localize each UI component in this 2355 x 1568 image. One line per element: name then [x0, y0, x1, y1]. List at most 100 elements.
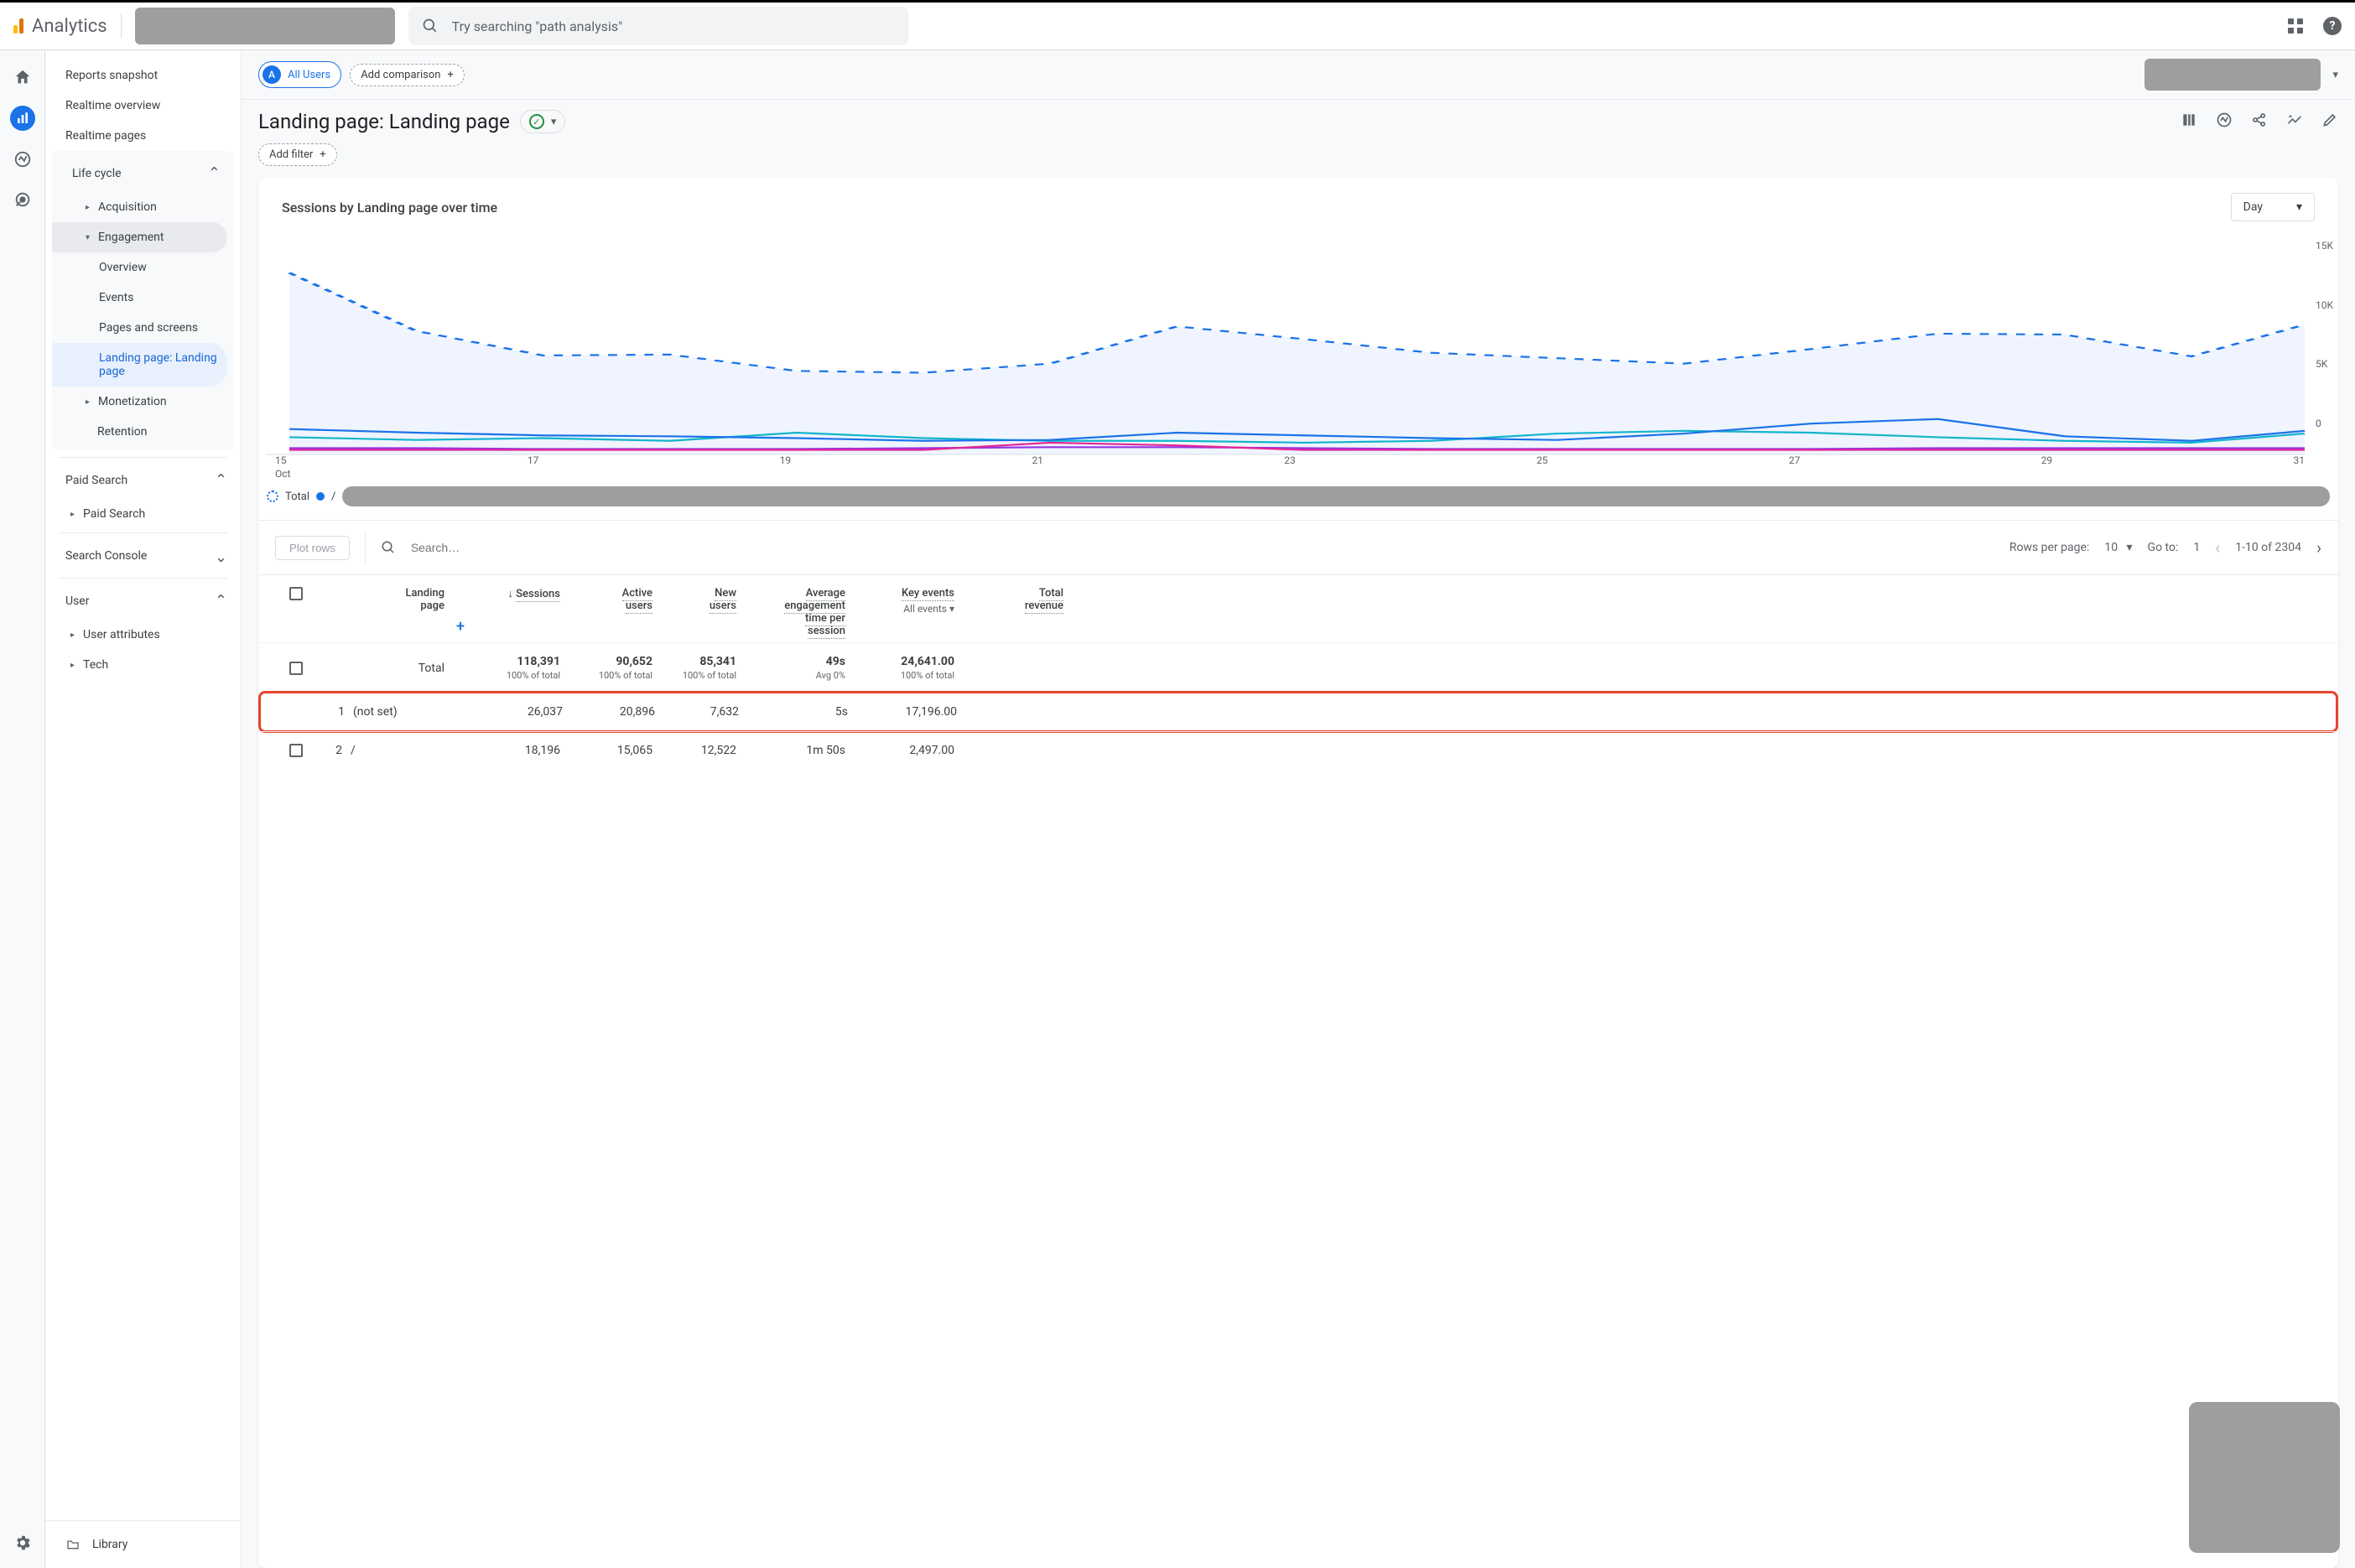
plot-rows-button[interactable]: Plot rows	[275, 536, 350, 560]
sidebar-realtime-pages[interactable]: Realtime pages	[45, 121, 241, 151]
sidebar-user-attributes[interactable]: ▸ User attributes	[45, 620, 241, 650]
goto-label: Go to:	[2148, 541, 2179, 554]
search-icon	[381, 540, 396, 555]
table-header-row: Landingpage + ↓ Sessions Activeusers New…	[258, 575, 2338, 642]
th-active-users[interactable]: Activeusers	[560, 587, 652, 637]
sidebar-paidsearch-item[interactable]: ▸ Paid Search	[45, 499, 241, 529]
sidebar-retention[interactable]: Retention	[52, 417, 234, 447]
legend-redacted	[342, 486, 2330, 506]
th-new-users[interactable]: Newusers	[652, 587, 736, 637]
search-placeholder: Try searching "path analysis"	[452, 18, 623, 34]
main-content: A All Users Add comparison + ▾ Landing p…	[242, 50, 2355, 1568]
analytics-logo-icon	[13, 18, 23, 34]
th-sessions[interactable]: ↓ Sessions	[451, 587, 560, 637]
chevron-up-icon: ⌃	[215, 471, 227, 489]
sidebar-section-user[interactable]: User ⌃	[45, 582, 241, 620]
nav-rail	[0, 50, 45, 1568]
chip-add-comparison[interactable]: Add comparison +	[350, 64, 465, 86]
th-landing-page[interactable]: Landingpage +	[317, 587, 451, 637]
add-filter-chip[interactable]: Add filter +	[258, 143, 337, 166]
search-icon	[422, 18, 439, 34]
sidebar-engagement-pages[interactable]: Pages and screens	[52, 313, 234, 343]
share-icon[interactable]	[2251, 112, 2268, 132]
legend-total-icon	[267, 491, 278, 502]
table-row[interactable]: 1 (not set) 26,037 20,896 7,632 5s 17,19…	[258, 691, 2338, 733]
caret-right-icon: ▸	[70, 510, 75, 519]
row-checkbox[interactable]	[289, 744, 303, 757]
rows-per-page-label: Rows per page:	[2009, 541, 2089, 554]
logo-area: Analytics	[13, 16, 107, 37]
chart-area: 15K 10K 5K 0	[258, 236, 2338, 454]
caret-right-icon: ▸	[70, 631, 75, 640]
sidebar-section-lifecycle[interactable]: Life cycle ⌃	[52, 154, 234, 192]
apps-grid-icon[interactable]	[2288, 18, 2303, 34]
add-dimension-icon[interactable]: +	[456, 618, 465, 636]
trend-icon[interactable]	[2286, 112, 2303, 132]
row-checkbox[interactable]	[289, 662, 303, 675]
next-page-icon[interactable]: ›	[2316, 537, 2321, 558]
rows-per-page-select[interactable]: 10 ▾	[2104, 541, 2132, 554]
prev-page-icon[interactable]: ‹	[2215, 537, 2220, 558]
sidebar-reports-snapshot[interactable]: Reports snapshot	[45, 60, 241, 91]
legend-slash-label: /	[331, 491, 335, 503]
table-search-input[interactable]	[411, 541, 579, 554]
account-property-selector[interactable]	[135, 8, 395, 44]
sidebar-tech[interactable]: ▸ Tech	[45, 650, 241, 680]
plus-icon: +	[320, 148, 325, 161]
table-totals-row: Total 118,391100% of total 90,652100% of…	[258, 642, 2338, 693]
sidebar-acquisition[interactable]: ▸ Acquisition	[52, 192, 234, 222]
sidebar-engagement-events[interactable]: Events	[52, 283, 234, 313]
sidebar-section-paidsearch[interactable]: Paid Search ⌃	[45, 461, 241, 499]
cell-landing-page[interactable]: (not set)	[353, 705, 454, 719]
status-pill[interactable]: ✓ ▾	[520, 110, 566, 133]
caret-right-icon: ▸	[86, 397, 90, 407]
sidebar: Reports snapshot Realtime overview Realt…	[45, 50, 242, 1568]
brand-name: Analytics	[32, 16, 107, 37]
sidebar-engagement[interactable]: ▾ Engagement	[52, 222, 227, 252]
granularity-selector[interactable]: Day ▾	[2231, 193, 2315, 221]
home-icon[interactable]	[11, 65, 34, 89]
th-total-revenue[interactable]: Totalrevenue	[954, 587, 1063, 637]
sidebar-engagement-landing[interactable]: Landing page: Landing page	[52, 343, 227, 387]
sidebar-section-searchconsole[interactable]: Search Console ⌃	[45, 537, 241, 574]
title-actions	[2181, 112, 2338, 132]
date-range-selector[interactable]	[2144, 59, 2321, 91]
overlay-redacted	[2189, 1402, 2340, 1553]
settings-icon[interactable]	[11, 1531, 34, 1555]
insights-icon[interactable]	[2216, 112, 2233, 132]
search-bar[interactable]: Try searching "path analysis"	[408, 7, 908, 45]
title-bar: Landing page: Landing page ✓ ▾	[242, 100, 2355, 143]
check-circle-icon: ✓	[529, 114, 544, 129]
table-row[interactable]: 2 / 18,196 15,065 12,522 1m 50s 2,497.00	[258, 731, 2338, 769]
x-axis-month: Oct	[258, 468, 2338, 480]
chevron-down-icon: ⌃	[215, 547, 227, 564]
help-icon[interactable]: ?	[2323, 17, 2342, 35]
explore-icon[interactable]	[11, 148, 34, 171]
chart-title: Sessions by Landing page over time	[282, 200, 497, 215]
folder-icon	[65, 1538, 81, 1551]
chip-all-users[interactable]: A All Users	[258, 61, 341, 88]
cell-landing-page[interactable]: /	[351, 744, 451, 757]
sidebar-engagement-overview[interactable]: Overview	[52, 252, 234, 283]
legend-slash-icon	[316, 492, 325, 501]
customize-columns-icon[interactable]	[2181, 112, 2197, 132]
sidebar-realtime-overview[interactable]: Realtime overview	[45, 91, 241, 121]
top-header: Analytics Try searching "path analysis" …	[0, 0, 2355, 50]
report-card: Sessions by Landing page over time Day ▾…	[258, 178, 2338, 1568]
caret-down-icon: ▾	[551, 116, 557, 128]
sidebar-monetization[interactable]: ▸ Monetization	[52, 387, 234, 417]
th-key-events[interactable]: Key events All events ▾	[845, 587, 954, 637]
caret-down-icon: ▾	[86, 233, 90, 242]
sidebar-library[interactable]: Library	[45, 1520, 241, 1568]
advertising-icon[interactable]	[11, 188, 34, 211]
edit-icon[interactable]	[2321, 112, 2338, 132]
vertical-divider	[121, 13, 122, 39]
reports-icon[interactable]	[10, 106, 35, 131]
goto-value[interactable]: 1	[2193, 541, 2200, 554]
plus-icon: +	[447, 69, 453, 81]
data-table: Landingpage + ↓ Sessions Activeusers New…	[258, 574, 2338, 769]
th-avg-engagement[interactable]: Averageengagementtime persession	[736, 587, 845, 637]
table-controls: Plot rows Rows per page: 10 ▾ Go to: 1 ‹…	[258, 520, 2338, 574]
line-chart	[267, 236, 2305, 454]
select-all-checkbox[interactable]	[289, 587, 303, 600]
